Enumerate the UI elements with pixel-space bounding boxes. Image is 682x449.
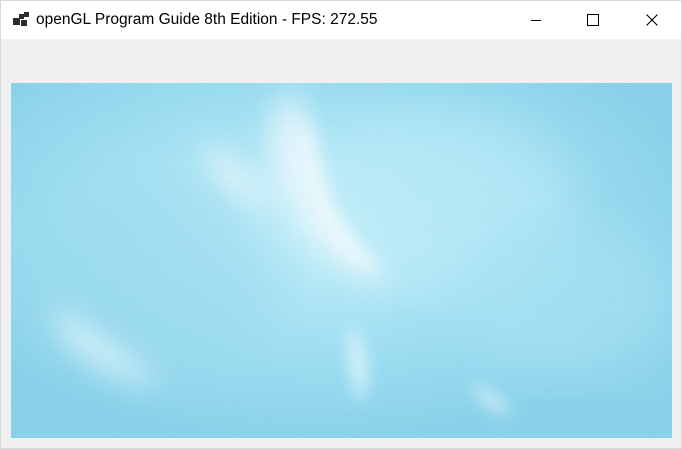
opengl-viewport[interactable] <box>11 83 672 438</box>
window-title: openGL Program Guide 8th Edition - FPS: … <box>36 11 378 28</box>
minimize-icon <box>531 20 541 21</box>
app-window: openGL Program Guide 8th Edition - FPS: … <box>0 0 682 449</box>
particle-render <box>11 83 672 438</box>
client-area <box>1 39 681 448</box>
maximize-button[interactable] <box>564 1 622 39</box>
minimize-button[interactable] <box>507 1 565 39</box>
status-strip <box>11 439 672 448</box>
opengl-app-icon <box>13 12 29 26</box>
title-bar[interactable]: openGL Program Guide 8th Edition - FPS: … <box>1 1 681 39</box>
maximize-icon <box>587 14 599 26</box>
close-button[interactable] <box>623 1 681 39</box>
close-icon <box>646 14 658 26</box>
